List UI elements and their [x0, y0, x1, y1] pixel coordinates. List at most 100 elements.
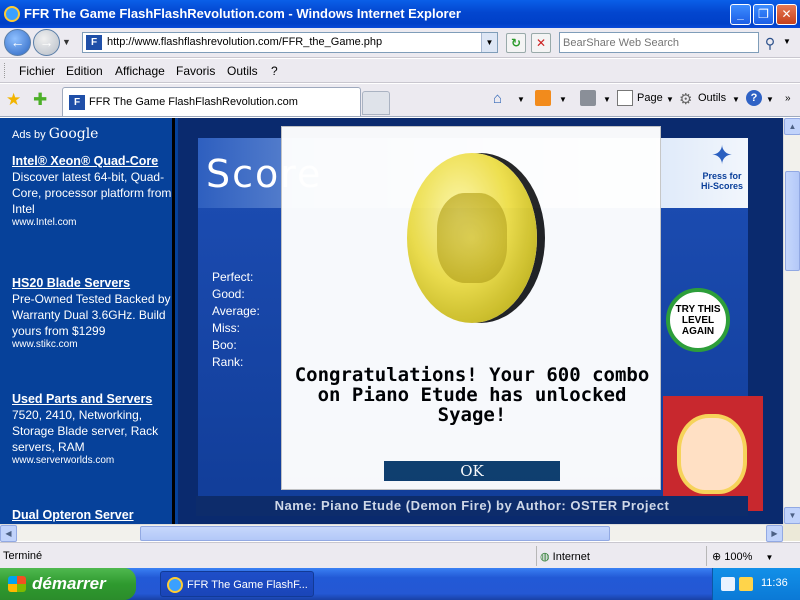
zoom-icon: ⊕: [712, 551, 722, 563]
forward-button[interactable]: →: [33, 29, 60, 56]
more-commands-icon[interactable]: »: [785, 93, 791, 104]
tab-favicon-icon: F: [69, 95, 85, 110]
stat-miss-label: Miss:: [212, 321, 240, 335]
google-logo: Google: [48, 126, 99, 142]
zoom-dropdown-icon[interactable]: ▼: [765, 553, 773, 562]
ad-title-link[interactable]: Intel® Xeon® Quad-Core: [12, 154, 172, 169]
favorites-star-icon[interactable]: ★: [6, 90, 21, 110]
volume-icon[interactable]: [739, 577, 753, 591]
ad-item: HS20 Blade Servers Pre-Owned Tested Back…: [12, 276, 172, 351]
ie-icon: [4, 6, 20, 22]
ad-description: 7520, 2410, Networking, Storage Blade se…: [12, 408, 159, 454]
search-box[interactable]: [559, 32, 759, 53]
maximize-button[interactable]: ❐: [753, 4, 774, 25]
vertical-scroll-thumb[interactable]: [785, 171, 800, 271]
vertical-scrollbar[interactable]: ▲ ▼: [783, 118, 800, 524]
character-face: [677, 414, 747, 494]
menu-help[interactable]: ?: [271, 64, 278, 78]
flash-game-area[interactable]: Score ✦ Press for Hi-Scores Perfect: Goo…: [178, 118, 783, 524]
runner-icon: ✦: [711, 140, 733, 170]
coin-figure: [437, 193, 507, 283]
start-button[interactable]: démarrer: [0, 568, 136, 600]
home-icon[interactable]: ⌂: [493, 90, 509, 107]
horizontal-scroll-thumb[interactable]: [140, 526, 610, 541]
page-menu[interactable]: Page: [637, 92, 663, 104]
page-dropdown-icon[interactable]: ▼: [666, 95, 674, 104]
ads-sidebar: Ads by Google Intel® Xeon® Quad-Core Dis…: [0, 118, 175, 524]
search-input[interactable]: [560, 33, 756, 52]
stat-good-label: Good:: [212, 287, 245, 301]
windows-logo-icon: [8, 576, 26, 592]
close-button[interactable]: ✕: [776, 4, 797, 25]
security-zone[interactable]: ◍ Internet: [540, 550, 590, 563]
character-portrait: [663, 396, 763, 511]
rss-feed-icon[interactable]: [535, 90, 551, 106]
tools-menu[interactable]: Outils: [698, 92, 726, 104]
history-dropdown-icon[interactable]: ▼: [62, 37, 71, 47]
ad-title-link[interactable]: Dual Opteron Server: [12, 508, 172, 523]
page-icon: [617, 90, 633, 106]
taskbar-window-button[interactable]: FFR The Game FlashF...: [160, 571, 314, 597]
hi-scores-button[interactable]: ✦ Press for Hi-Scores: [696, 140, 748, 202]
address-dropdown-icon[interactable]: ▼: [481, 33, 497, 52]
ok-button[interactable]: OK: [384, 461, 560, 481]
menu-favorites[interactable]: Favoris: [176, 64, 215, 78]
ad-url[interactable]: www.Intel.com: [12, 217, 172, 229]
ads-by-google[interactable]: Ads by Google: [12, 126, 98, 142]
stat-boo-label: Boo:: [212, 338, 237, 352]
address-url[interactable]: http://www.flashflashrevolution.com/FFR_…: [107, 36, 382, 48]
minimize-button[interactable]: _: [730, 4, 751, 25]
status-bar: Terminé ◍ Internet ⊕ 100% ▼: [0, 542, 800, 568]
page-content: Ads by Google Intel® Xeon® Quad-Core Dis…: [0, 118, 783, 524]
stat-average-label: Average:: [212, 304, 260, 318]
menu-edit[interactable]: Edition: [66, 64, 103, 78]
print-icon[interactable]: [580, 90, 596, 106]
site-favicon-icon: F: [86, 35, 102, 50]
help-icon[interactable]: ?: [746, 90, 762, 106]
ad-title-link[interactable]: Used Parts and Servers: [12, 392, 172, 407]
print-dropdown-icon[interactable]: ▼: [603, 95, 611, 104]
address-toolbar: ← → ▼ F http://www.flashflashrevolution.…: [0, 28, 800, 58]
add-favorites-icon[interactable]: ✚: [33, 90, 47, 110]
menu-view[interactable]: Affichage: [115, 64, 165, 78]
help-dropdown-icon[interactable]: ▼: [766, 95, 774, 104]
window-title-bar[interactable]: FFR The Game FlashFlashRevolution.com - …: [0, 0, 800, 28]
search-go-icon[interactable]: ⚲: [760, 33, 780, 53]
tools-dropdown-icon[interactable]: ▼: [732, 95, 740, 104]
status-divider: [706, 546, 707, 566]
try-this-level-again-button[interactable]: TRY THIS LEVEL AGAIN: [666, 288, 730, 352]
taskbar: démarrer FFR The Game FlashF... 11:36: [0, 568, 800, 600]
address-field[interactable]: F http://www.flashflashrevolution.com/FF…: [82, 32, 498, 53]
tab-active[interactable]: F FFR The Game FlashFlashRevolution.com: [62, 87, 361, 116]
stop-button[interactable]: ✕: [531, 33, 551, 53]
ad-description: Discover latest 64-bit, Quad-Core, proce…: [12, 170, 172, 216]
ad-item: Intel® Xeon® Quad-Core Discover latest 6…: [12, 154, 172, 229]
scroll-left-icon[interactable]: ◀: [0, 525, 17, 542]
menu-tools[interactable]: Outils: [227, 64, 258, 78]
song-info: Name: Piano Etude (Demon Fire) by Author…: [196, 496, 748, 516]
zoom-level[interactable]: ⊕ 100% ▼: [712, 550, 773, 563]
horizontal-scrollbar[interactable]: ◀ ▶: [0, 524, 783, 542]
globe-icon: ◍: [540, 551, 550, 563]
tray-app-icon[interactable]: [721, 577, 735, 591]
ad-url[interactable]: www.serverworlds.com: [12, 455, 172, 467]
stat-rank-label: Rank:: [212, 355, 244, 369]
tab-bar: ★ ✚ F FFR The Game FlashFlashRevolution.…: [0, 84, 800, 117]
refresh-button[interactable]: ↻: [506, 33, 526, 53]
search-options-dropdown-icon[interactable]: ▼: [783, 37, 791, 46]
scroll-up-icon[interactable]: ▲: [784, 118, 800, 135]
ad-title-link[interactable]: HS20 Blade Servers: [12, 276, 172, 291]
toolbar-grip[interactable]: [4, 63, 7, 78]
back-button[interactable]: ←: [4, 29, 31, 56]
menu-file[interactable]: Fichier: [19, 64, 55, 78]
scroll-down-icon[interactable]: ▼: [784, 507, 800, 524]
tab-label: FFR The Game FlashFlashRevolution.com: [89, 96, 298, 108]
feed-dropdown-icon[interactable]: ▼: [559, 95, 567, 104]
window-title: FFR The Game FlashFlashRevolution.com - …: [24, 6, 461, 21]
ad-url[interactable]: www.stikc.com: [12, 339, 172, 351]
unlock-message: Congratulations! Your 600 combo on Piano…: [294, 364, 650, 426]
scroll-right-icon[interactable]: ▶: [766, 525, 783, 542]
new-tab-button[interactable]: [362, 91, 390, 115]
status-divider: [536, 546, 537, 566]
home-dropdown-icon[interactable]: ▼: [517, 95, 525, 104]
